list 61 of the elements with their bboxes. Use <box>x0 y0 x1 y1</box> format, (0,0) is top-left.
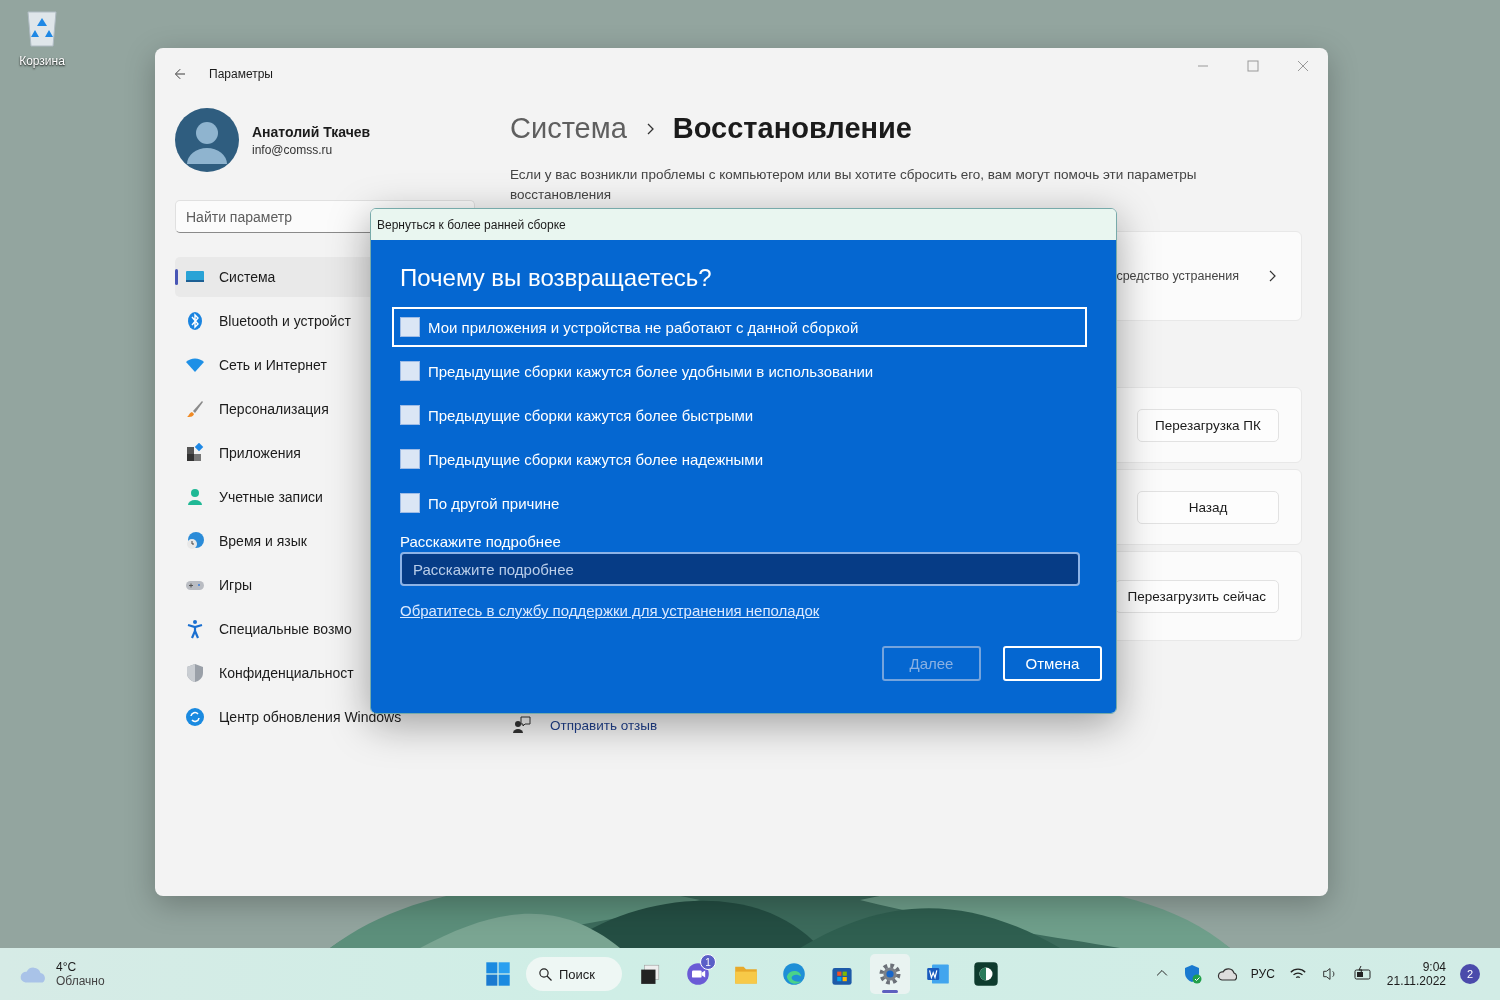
details-field[interactable]: Расскажите подробнее <box>400 552 1080 586</box>
browser-icon <box>782 962 806 986</box>
option-row[interactable]: Предыдущие сборки кажутся более надежными <box>392 439 1087 479</box>
option-label: Предыдущие сборки кажутся более быстрыми <box>428 406 754 424</box>
nav-item[interactable]: Конфиденциальност <box>175 653 475 693</box>
sync-icon <box>185 707 205 727</box>
shield-check-icon <box>1182 964 1203 984</box>
page-title: Восстановление <box>672 112 912 145</box>
checkbox[interactable] <box>400 449 420 469</box>
option-label: Мои приложения и устройства не работают с данной сборкой <box>428 318 859 336</box>
avatar-icon <box>175 108 239 172</box>
windows-logo-icon <box>485 961 511 987</box>
person-icon <box>185 487 205 507</box>
option-row[interactable]: По другой причине <box>392 483 1087 523</box>
profile-email: info@comss.ru <box>252 142 334 157</box>
globe-clock-icon <box>185 531 205 551</box>
option-label: Предыдущие сборки кажутся более удобными в использовании <box>428 362 874 380</box>
checkbox[interactable] <box>400 493 420 513</box>
gear-icon <box>878 962 902 986</box>
clock-time[interactable]: 9:04 <box>1422 960 1446 974</box>
nav-item[interactable]: Центр обновления Windows <box>175 697 475 737</box>
task-view-icon <box>639 963 661 985</box>
accessibility-icon <box>185 619 205 639</box>
option-row[interactable]: Предыдущие сборки кажутся более быстрыми <box>392 395 1087 435</box>
dialog-button[interactable]: Отмена <box>1003 646 1102 681</box>
option-row[interactable]: Мои приложения и устройства не работают с данной сборкой <box>392 307 1087 347</box>
maximize-icon <box>1247 60 1259 72</box>
option-label: По другой причине <box>428 494 560 512</box>
profile-name: Анатолий Ткачев <box>252 123 371 140</box>
taskbar-app[interactable]: 1 <box>678 954 718 994</box>
weather-condition: Облачно <box>56 974 105 988</box>
taskbar-search[interactable]: Поиск <box>526 957 622 991</box>
temperature: 4°C <box>56 960 78 974</box>
card-button[interactable]: Перезагрузка ПК <box>1137 408 1279 442</box>
notification-count[interactable]: 2 <box>1460 964 1480 984</box>
bluetooth-icon <box>185 311 205 331</box>
card-text: средство устранения <box>1116 269 1239 283</box>
card-button[interactable]: Перезагрузить сейчас <box>1114 579 1279 613</box>
language-indicator[interactable]: РУС <box>1250 967 1275 981</box>
checkbox[interactable] <box>400 317 420 337</box>
shield-icon <box>185 663 205 683</box>
feedback-link[interactable]: Отправить отзыв <box>550 717 658 733</box>
notification-badge: 1 <box>700 954 716 970</box>
word-icon <box>926 962 950 986</box>
checkbox[interactable] <box>400 361 420 381</box>
breadcrumb-parent[interactable]: Система <box>510 112 627 145</box>
card-button[interactable]: Назад <box>1137 490 1279 524</box>
field-label: Расскажите подробнее <box>400 533 562 550</box>
option-row[interactable]: Предыдущие сборки кажутся более удобными в использовании <box>392 351 1087 391</box>
search-icon <box>538 966 553 982</box>
support-link[interactable]: Обратитесь в службу поддержки для устранения неполадок <box>400 602 820 619</box>
brush-icon <box>185 399 205 419</box>
option-label: Предыдущие сборки кажутся более надежными <box>428 450 764 468</box>
feedback-icon <box>512 715 532 735</box>
description: Если у вас возникли проблемы с компьютером или вы хотите сбросить его, вам могут помочь эти параметры восстановления <box>510 166 1198 204</box>
half-circle-app-icon <box>973 961 999 987</box>
window-title: Параметры <box>209 67 273 81</box>
checkbox[interactable] <box>400 405 420 425</box>
close-icon <box>1297 60 1309 72</box>
clock-date[interactable]: 21.11.2022 <box>1386 974 1446 988</box>
apps-icon <box>185 443 205 463</box>
